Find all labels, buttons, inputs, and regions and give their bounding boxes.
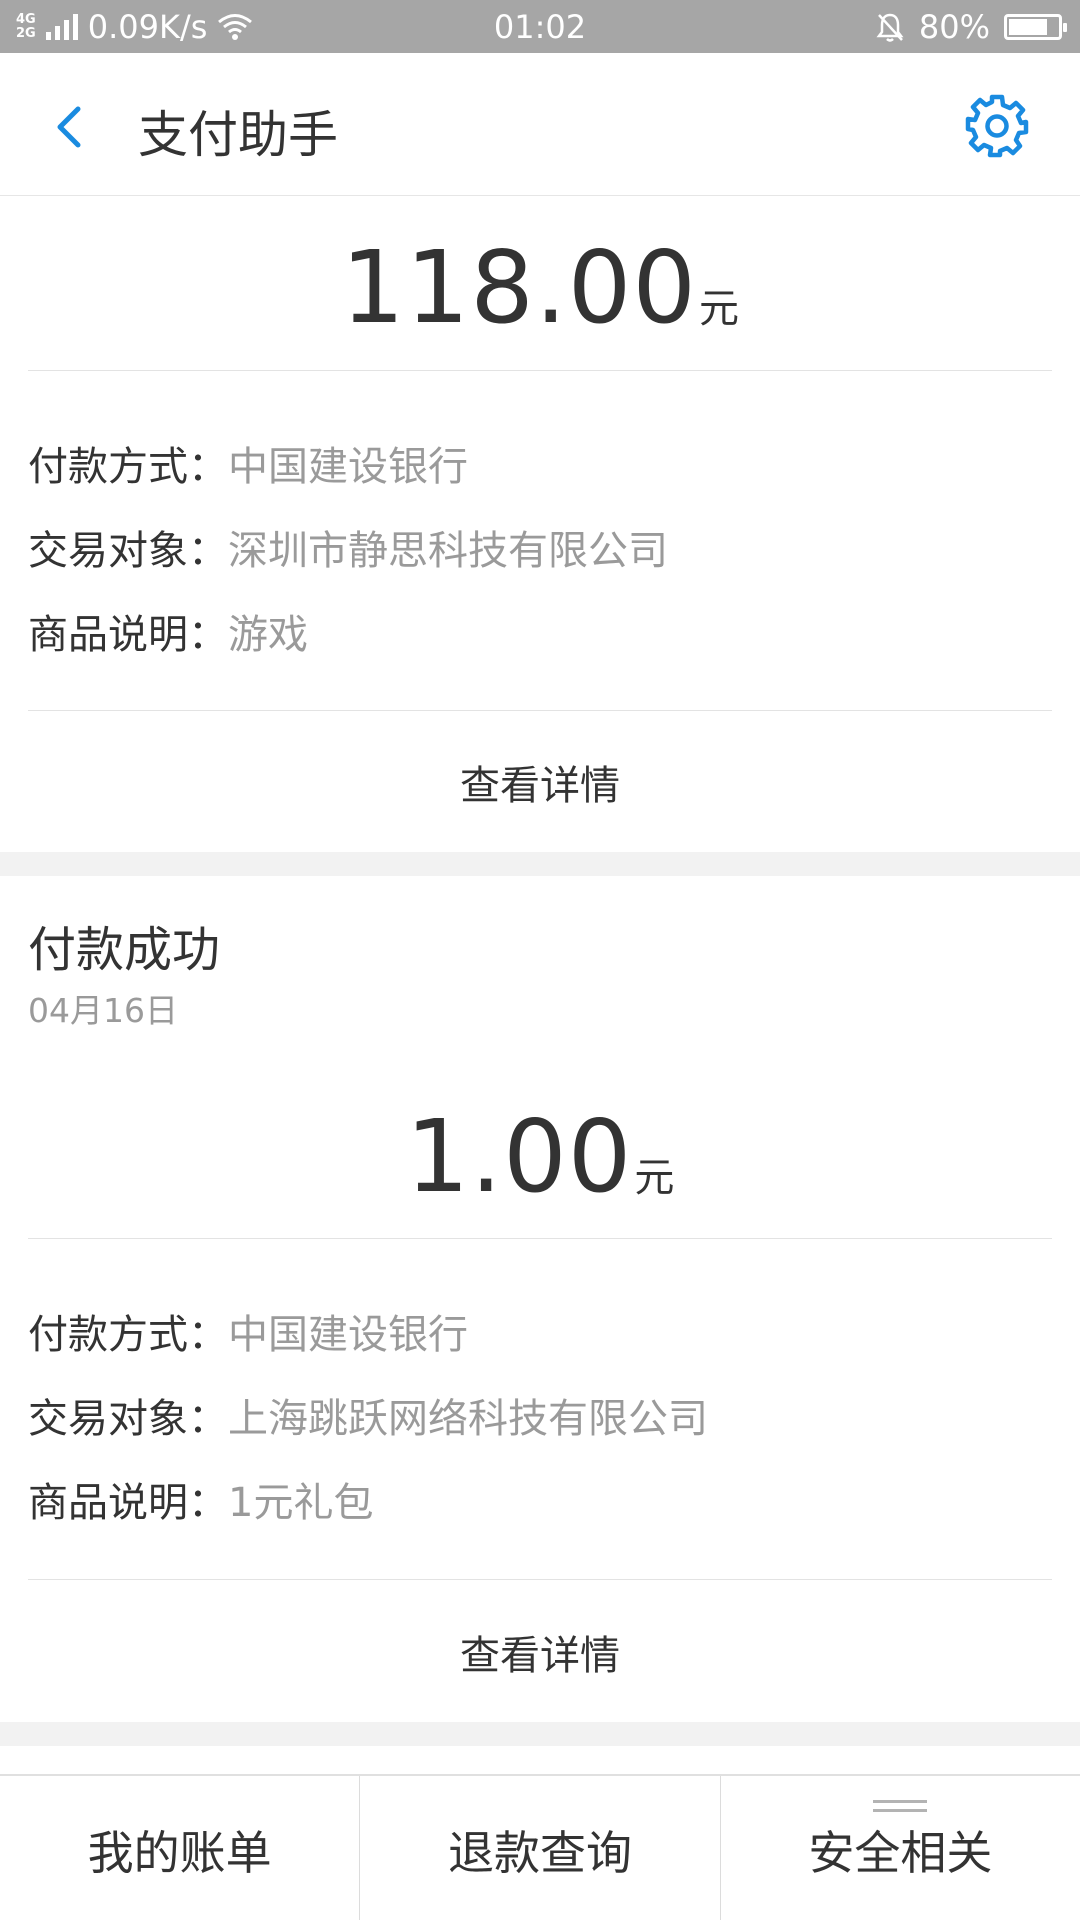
info-label: 交易对象：: [28, 1396, 228, 1442]
info-label: 付款方式：: [28, 1312, 228, 1358]
transaction-card-2: 付款成功 04月16日 1.00元 付款方式：中国建设银行 交易对象：上海跳跃网…: [0, 876, 1080, 1722]
product-row: 商品说明：1元礼包: [28, 1470, 373, 1528]
info-value: 中国建设银行: [228, 1312, 468, 1358]
transaction-date: 04月16日: [28, 991, 178, 1030]
merchant-row: 交易对象：上海跳跃网络科技有限公司: [28, 1386, 708, 1444]
amount-value: 118.00: [341, 229, 697, 346]
info-label: 商品说明：: [28, 1480, 228, 1526]
amount: 1.00元: [0, 1098, 1080, 1215]
tab-label: 安全相关: [808, 1826, 993, 1880]
mute-bell-icon: [876, 13, 904, 42]
payment-assistant-screen: 4G 2G 0.09K/s 01:02 80% 支付助手 118.00元 付款方…: [0, 0, 1080, 1920]
amount-value: 1.00: [405, 1098, 633, 1215]
section-gap: [0, 1722, 1080, 1746]
chevron-left-icon: [57, 106, 81, 148]
info-label: 交易对象：: [28, 528, 228, 574]
transaction-card-1: 118.00元 付款方式：中国建设银行 交易对象：深圳市静思科技有限公司 商品说…: [0, 197, 1080, 852]
menu-lines-icon: [873, 1800, 928, 1812]
tab-label: 退款查询: [447, 1826, 632, 1880]
amount-unit: 元: [634, 1155, 675, 1201]
info-value: 1元礼包: [228, 1480, 374, 1526]
transaction-status: 付款成功: [28, 922, 221, 978]
payment-method-row: 付款方式：中国建设银行: [28, 1302, 468, 1360]
tab-my-bills[interactable]: 我的账单: [0, 1776, 359, 1920]
merchant-row: 交易对象：深圳市静思科技有限公司: [28, 518, 668, 576]
amount: 118.00元: [0, 229, 1080, 346]
view-details-button[interactable]: 查看详情: [0, 1623, 1080, 1681]
payment-method-row: 付款方式：中国建设银行: [28, 434, 468, 492]
app-header: 支付助手: [0, 53, 1080, 196]
view-details-button[interactable]: 查看详情: [0, 753, 1080, 811]
battery-percent: 80%: [918, 8, 990, 46]
status-right: 80%: [875, 8, 1067, 46]
amount-unit: 元: [698, 286, 739, 332]
info-value: 深圳市静思科技有限公司: [228, 528, 668, 574]
back-button[interactable]: [40, 93, 100, 157]
product-row: 商品说明：游戏: [28, 602, 308, 660]
divider: [28, 1579, 1052, 1580]
info-label: 付款方式：: [28, 444, 228, 490]
section-gap: [0, 852, 1080, 876]
tab-label: 我的账单: [87, 1826, 272, 1880]
battery-icon: [1004, 14, 1067, 40]
page-title: 支付助手: [138, 106, 338, 164]
tab-security[interactable]: 安全相关: [719, 1776, 1080, 1920]
info-label: 商品说明：: [28, 612, 228, 658]
info-value: 游戏: [228, 612, 308, 658]
divider: [28, 370, 1052, 371]
divider: [28, 1238, 1052, 1239]
tab-refund-query[interactable]: 退款查询: [359, 1776, 719, 1920]
gear-icon: [965, 94, 1029, 158]
divider: [28, 710, 1052, 711]
info-value: 上海跳跃网络科技有限公司: [228, 1396, 708, 1442]
settings-button[interactable]: [964, 93, 1030, 159]
bottom-tab-bar: 我的账单 退款查询 安全相关: [0, 1774, 1080, 1920]
battery-fill: [1009, 19, 1047, 35]
info-value: 中国建设银行: [228, 444, 468, 490]
status-bar: 4G 2G 0.09K/s 01:02 80%: [0, 0, 1080, 53]
